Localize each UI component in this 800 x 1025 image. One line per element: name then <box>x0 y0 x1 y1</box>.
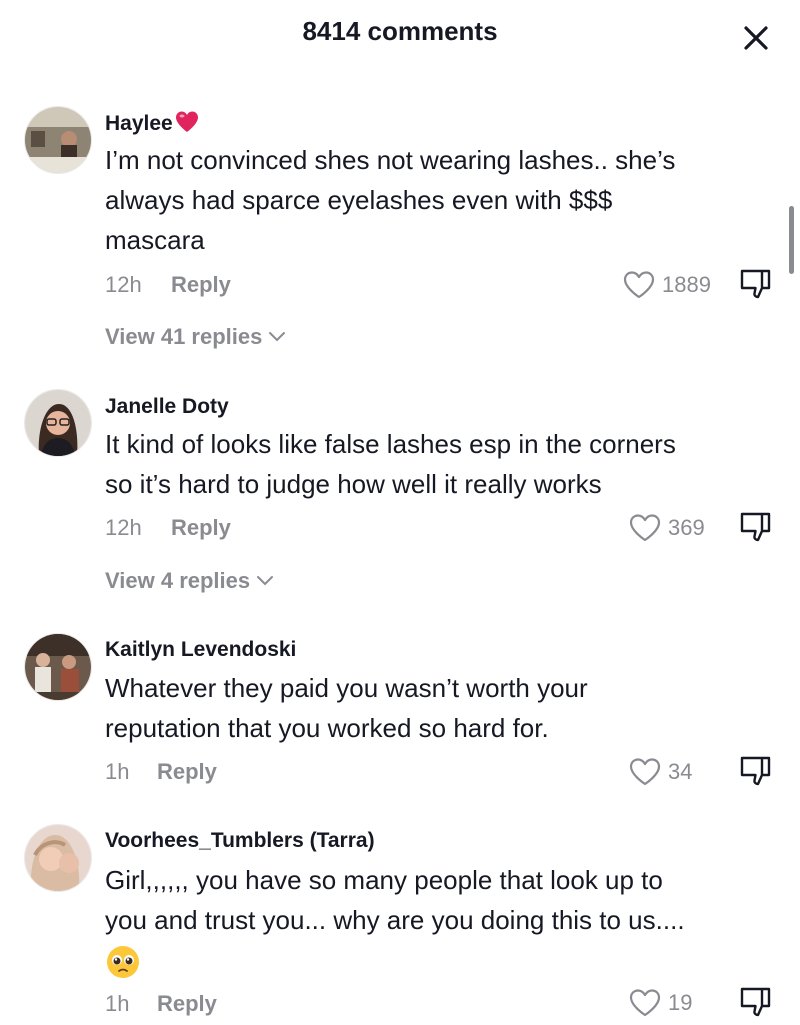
comment-line: Girl,,,,,, you have so many people that … <box>105 865 663 895</box>
avatar[interactable] <box>24 389 92 457</box>
reply-button[interactable]: Reply <box>157 759 217 785</box>
heart-outline-icon <box>629 989 661 1017</box>
comment-timestamp: 12h <box>105 515 142 540</box>
comment-line: It kind of looks like false lashes esp i… <box>105 429 676 459</box>
comment-text: Whatever they paid you wasn’t worth your… <box>105 668 765 748</box>
chevron-down-icon <box>269 332 286 342</box>
comment-text: It kind of looks like false lashes esp i… <box>105 424 765 504</box>
dislike-button[interactable] <box>738 266 774 302</box>
dislike-button[interactable] <box>738 509 774 545</box>
heart-outline-icon <box>629 514 661 542</box>
like-count: 369 <box>668 515 705 540</box>
view-replies-button[interactable]: View 4 replies <box>105 568 274 594</box>
comment-text: Girl,,,,,, you have so many people that … <box>105 860 765 980</box>
heart-outline-icon <box>629 758 661 786</box>
thumbs-down-icon <box>740 756 771 786</box>
scrollbar[interactable] <box>789 206 794 274</box>
like-count: 34 <box>668 759 693 784</box>
pleading-face-emoji-icon <box>105 940 765 980</box>
heart-outline-icon <box>623 271 655 299</box>
reply-button[interactable]: Reply <box>171 272 231 298</box>
comment-timestamp: 12h <box>105 272 142 297</box>
thumbs-down-icon <box>740 987 771 1017</box>
like-button[interactable]: 19 <box>628 986 692 1020</box>
thumbs-down-icon <box>740 269 771 299</box>
view-replies-button[interactable]: View 41 replies <box>105 324 286 350</box>
comment-timestamp: 1h <box>105 759 130 784</box>
author-name[interactable]: Haylee <box>105 112 173 135</box>
avatar[interactable] <box>24 633 92 701</box>
like-button[interactable]: 1889 <box>622 268 711 302</box>
dislike-button[interactable] <box>738 984 774 1020</box>
comment-timestamp: 1h <box>105 991 130 1016</box>
comment-line: reputation that you worked so hard for. <box>105 713 549 743</box>
close-icon <box>744 26 768 50</box>
comment-author[interactable]: Voorhees_Tumblers (Tarra) <box>105 829 375 853</box>
like-count: 1889 <box>662 272 711 297</box>
comment-text: I’m not convinced shes not wearing lashe… <box>105 140 765 260</box>
comment-line: Whatever they paid you wasn’t worth your <box>105 673 588 703</box>
comment-line: you and trust you... why are you doing t… <box>105 905 685 935</box>
reply-button[interactable]: Reply <box>171 515 231 541</box>
comments-header: 8414 comments <box>0 0 800 66</box>
comment-line: always had sparce eyelashes even with $$… <box>105 185 613 215</box>
comment-author[interactable]: Kaitlyn Levendoski <box>105 638 296 662</box>
like-button[interactable]: 34 <box>628 755 692 789</box>
avatar[interactable] <box>24 106 92 174</box>
comment-line: I’m not convinced shes not wearing lashe… <box>105 145 676 175</box>
dislike-button[interactable] <box>738 753 774 789</box>
avatar[interactable] <box>24 824 92 892</box>
comments-count-title: 8414 comments <box>302 16 498 46</box>
like-button[interactable]: 369 <box>628 511 705 545</box>
thumbs-down-icon <box>740 512 771 542</box>
comment-author[interactable]: Janelle Doty <box>105 395 229 419</box>
heart-emoji-icon <box>174 110 200 140</box>
comment-line: mascara <box>105 225 205 255</box>
close-button[interactable] <box>738 20 774 56</box>
comment-line: so it’s hard to judge how well it really… <box>105 469 602 499</box>
comment-author[interactable]: Haylee <box>105 110 200 140</box>
chevron-down-icon <box>257 576 274 586</box>
like-count: 19 <box>668 990 693 1015</box>
view-replies-label[interactable]: View 4 replies <box>105 568 250 594</box>
view-replies-label[interactable]: View 41 replies <box>105 324 262 350</box>
reply-button[interactable]: Reply <box>157 991 217 1017</box>
